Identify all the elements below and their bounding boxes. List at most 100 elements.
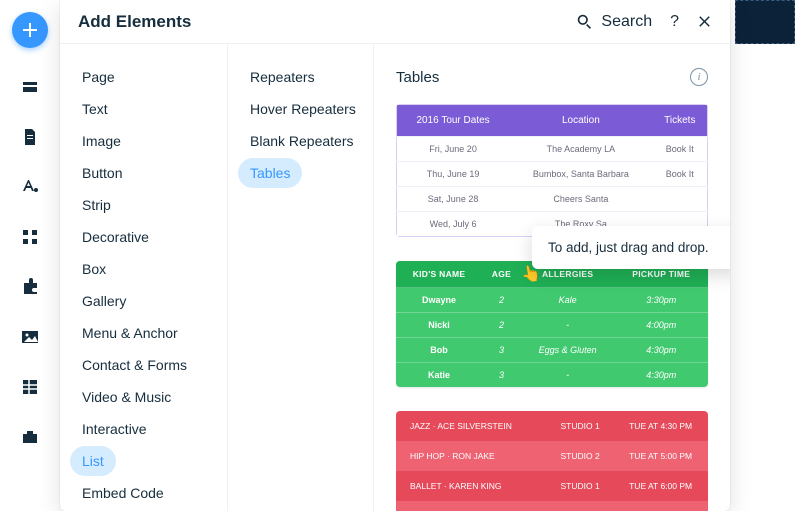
rail-data-icon[interactable] [19,376,41,398]
category-item[interactable]: Strip [70,190,123,220]
table-cell: Dwayne [396,288,482,313]
rail-business-icon[interactable] [19,426,41,448]
subcategory-list: RepeatersHover RepeatersBlank RepeatersT… [238,62,363,188]
preview-table: 2016 Tour DatesLocationTicketsFri, June … [396,104,708,237]
category-item[interactable]: Embed Code [70,478,176,508]
subcategory-item[interactable]: Repeaters [238,62,327,92]
table-row: Fri, June 20The Academy LABook It [397,137,708,162]
rail-apps-icon[interactable] [19,226,41,248]
category-item[interactable]: Box [70,254,118,284]
table-header-cell: Location [509,105,652,137]
subcategory-item[interactable]: Blank Repeaters [238,126,366,156]
table-cell: Sat, June 28 [397,187,510,212]
table-cell: Thu, June 19 [397,162,510,187]
help-button[interactable]: ? [670,13,679,31]
table-cell: Eggs & Gluten [521,338,615,363]
table-cell: STUDIO 1 [547,471,613,501]
category-item[interactable]: Text [70,94,120,124]
table-cell: Wed, July 6 [397,212,510,237]
category-item[interactable]: Image [70,126,133,156]
category-item[interactable]: Video & Music [70,382,183,412]
category-item[interactable]: Interactive [70,414,159,444]
table-cell: The Roxy Sa [509,212,652,237]
content-title: Tables [396,69,690,86]
app-root: Add Elements Search ? PageTextImageButto… [0,0,795,511]
close-icon [697,14,712,29]
table-cell: Cheers Santa [509,187,652,212]
table-row: Sat, June 28Cheers Santa [397,187,708,212]
table-row: Dwayne2Kale3:30pm [396,288,708,313]
table-preset-kids[interactable]: KID'S NAMEAGEALLERGIESPICKUP TIMEDwayne2… [396,261,708,387]
close-button[interactable] [697,14,712,29]
add-elements-panel: Add Elements Search ? PageTextImageButto… [60,0,730,511]
panel-title: Add Elements [78,12,576,32]
left-rail [0,0,60,511]
table-cell: Book It [653,162,708,187]
table-header-cell: KID'S NAME [396,261,482,288]
subcategory-item[interactable]: Tables [238,158,302,188]
table-cell: Fri, June 20 [397,137,510,162]
category-item[interactable]: Gallery [70,286,138,316]
info-button[interactable]: i [690,68,708,86]
content-column: Tables i 2016 Tour DatesLocationTicketsF… [374,44,730,511]
table-cell: TUE AT 7:00 PM [613,501,708,511]
category-item[interactable]: Menu & Anchor [70,318,190,348]
tooltip-text: To add, just drag and drop. [548,240,709,255]
table-cell: The Academy LA [509,137,652,162]
table-row: JAZZ · ACE SILVERSTEINSTUDIO 1TUE AT 4:3… [396,411,708,441]
category-item[interactable]: List [70,446,116,476]
table-row: Thu, June 19Bumbox, Santa BarbaraBook It [397,162,708,187]
table-header-cell: ALLERGIES [521,261,615,288]
table-cell: - [521,363,615,388]
table-cell: JAZZ · ACE SILVERSTEIN [396,411,547,441]
table-cell: Katie [396,363,482,388]
table-preset-classes[interactable]: JAZZ · ACE SILVERSTEINSTUDIO 1TUE AT 4:3… [396,411,708,511]
table-cell: 2 [482,313,521,338]
table-cell: 3 [482,338,521,363]
table-header-cell: Tickets [653,105,708,137]
category-item[interactable]: Decorative [70,222,161,252]
table-cell: BALLET · KAREN KING [396,471,547,501]
category-list: PageTextImageButtonStripDecorativeBoxGal… [70,62,217,508]
table-cell: TUE AT 6:00 PM [613,471,708,501]
table-cell: 4:30pm [614,338,708,363]
category-column: PageTextImageButtonStripDecorativeBoxGal… [60,44,228,511]
table-cell: STUDIO 2 [547,501,613,511]
table-cell: 3 [482,363,521,388]
search-button[interactable]: Search [576,13,652,31]
add-elements-rail-button[interactable] [12,12,48,48]
table-cell: - [521,313,615,338]
rail-media-icon[interactable] [19,326,41,348]
subcategory-item[interactable]: Hover Repeaters [238,94,368,124]
table-row: ZUMBA · JOANNE GREENSTUDIO 2TUE AT 7:00 … [396,501,708,511]
table-row: Katie3-4:30pm [396,363,708,388]
table-cell: 3:30pm [614,288,708,313]
table-row: Nicki2-4:00pm [396,313,708,338]
subcategory-column: RepeatersHover RepeatersBlank RepeatersT… [228,44,374,511]
table-cell: TUE AT 4:30 PM [613,411,708,441]
rail-page-icon[interactable] [19,126,41,148]
panel-body: PageTextImageButtonStripDecorativeBoxGal… [60,44,730,511]
table-preset-tour-dates[interactable]: 2016 Tour DatesLocationTicketsFri, June … [396,104,708,237]
table-cell: TUE AT 5:00 PM [613,441,708,471]
category-item[interactable]: Contact & Forms [70,350,199,380]
table-cell: 4:30pm [614,363,708,388]
table-cell: STUDIO 1 [547,411,613,441]
preview-table: JAZZ · ACE SILVERSTEINSTUDIO 1TUE AT 4:3… [396,411,708,511]
table-cell: 4:00pm [614,313,708,338]
table-header-cell: AGE [482,261,521,288]
rail-integrations-icon[interactable] [19,276,41,298]
rail-text-icon[interactable] [19,176,41,198]
category-item[interactable]: Button [70,158,134,188]
category-item[interactable]: Page [70,62,127,92]
table-cell: Book It [653,137,708,162]
table-header-cell: 2016 Tour Dates [397,105,510,137]
table-cell: Kale [521,288,615,313]
table-row: Bob3Eggs & Gluten4:30pm [396,338,708,363]
rail-section-icon[interactable] [19,76,41,98]
info-icon: i [697,71,700,83]
search-icon [576,13,593,30]
table-cell: HIP HOP · RON JAKE [396,441,547,471]
content-header: Tables i [374,62,730,104]
table-cell [653,187,708,212]
